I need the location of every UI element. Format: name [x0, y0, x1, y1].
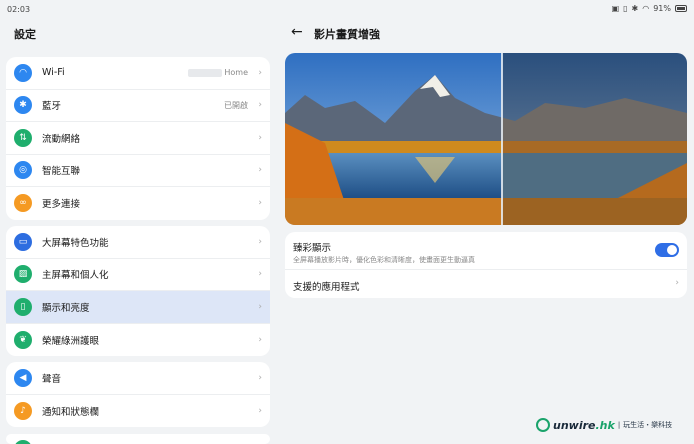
- vivid-display-toggle[interactable]: [655, 243, 679, 257]
- vivid-display-row[interactable]: 臻彩顯示 全屏幕播放影片時，優化色彩和清晰度，使畫面更生動逼真: [285, 232, 687, 270]
- next-item-icon: [14, 440, 32, 444]
- chevron-right-icon: ›: [258, 334, 262, 345]
- settings-item-sound[interactable]: ◀ 聲音 ›: [6, 362, 270, 395]
- bluetooth-status-icon: ✱: [631, 4, 639, 13]
- settings-item-eye-comfort[interactable]: ❦ 榮耀綠洲護眼 ›: [6, 324, 270, 357]
- settings-item-label: 通知和狀態欄: [42, 406, 100, 418]
- settings-item-label: Wi-Fi: [42, 67, 65, 79]
- chevron-right-icon: ›: [258, 405, 262, 416]
- settings-item-more-connections[interactable]: ∞ 更多連接 ›: [6, 187, 270, 220]
- settings-item-home-screen[interactable]: ▨ 主屏幕和個人化 ›: [6, 259, 270, 291]
- wifi-status-icon: ◠: [642, 4, 650, 13]
- vibrate-icon: ▯: [623, 4, 628, 13]
- settings-item-label: 智能互聯: [42, 166, 81, 178]
- supported-apps-label: 支援的應用程式: [293, 282, 360, 293]
- sound-group: ◀ 聲音 › ♪ 通知和狀態欄 ›: [6, 362, 270, 427]
- settings-item-label: 流動網絡: [42, 133, 81, 145]
- settings-item-value: 已開啟: [224, 100, 248, 110]
- divider: |: [617, 421, 621, 429]
- page-title: 影片畫質增強: [314, 28, 380, 41]
- vivid-display-subtitle: 全屏幕播放影片時，優化色彩和清晰度，使畫面更生動逼真: [293, 256, 475, 264]
- vivid-display-title: 臻彩顯示: [293, 243, 332, 254]
- chevron-right-icon: ›: [258, 165, 262, 176]
- settings-item-display[interactable]: ▯ 顯示和亮度 ›: [6, 291, 270, 324]
- wifi-icon: ◠: [14, 63, 32, 82]
- settings-item-wifi[interactable]: ◠ Wi-Fi Home ›: [6, 57, 270, 90]
- large-screen-icon: ▭: [14, 232, 32, 251]
- smart-connect-icon: ◎: [14, 161, 32, 180]
- chevron-right-icon: ›: [258, 269, 262, 280]
- chevron-right-icon: ›: [258, 67, 262, 78]
- unwire-logo-icon: [536, 418, 550, 432]
- settings-item-label: 顯示和亮度: [42, 302, 90, 314]
- settings-item-mobile-data[interactable]: ⇅ 流動網絡 ›: [6, 122, 270, 155]
- mobile-data-icon: ⇅: [14, 128, 32, 147]
- chevron-right-icon: ›: [258, 301, 262, 312]
- watermark-brand: unwire.hk: [553, 419, 615, 432]
- next-group-peek: [6, 434, 270, 444]
- chevron-right-icon: ›: [675, 278, 679, 288]
- watermark: unwire.hk | 玩生活・樂科技: [536, 418, 672, 432]
- bluetooth-icon: ✱: [14, 96, 32, 115]
- status-time: 02:03: [7, 5, 31, 14]
- redacted-block: [188, 68, 223, 77]
- battery-icon: [675, 5, 687, 12]
- chevron-right-icon: ›: [258, 132, 262, 143]
- settings-item-label: 更多連接: [42, 199, 81, 211]
- settings-item-large-screen[interactable]: ▭ 大屏幕特色功能 ›: [6, 226, 270, 259]
- status-bar: 02:03 ▣ ▯ ✱ ◠ 91%: [0, 0, 694, 20]
- brand-left: unwire: [553, 418, 596, 432]
- eye-comfort-icon: ❦: [14, 330, 32, 349]
- settings-item-label: 大屏幕特色功能: [42, 237, 109, 249]
- settings-item-notifications[interactable]: ♪ 通知和狀態欄 ›: [6, 395, 270, 428]
- supported-apps-row[interactable]: 支援的應用程式 ›: [285, 270, 687, 298]
- chevron-right-icon: ›: [258, 100, 262, 111]
- brand-right: .hk: [595, 418, 615, 432]
- settings-title: 設定: [14, 28, 36, 41]
- connectivity-group: ◠ Wi-Fi Home › ✱ 藍牙 已開啟 › ⇅ 流動網絡 › ◎ 智能互…: [6, 57, 270, 220]
- display-icon: ▯: [14, 297, 32, 316]
- settings-item-label: 聲音: [42, 373, 62, 385]
- battery-percent: 91%: [653, 4, 671, 13]
- more-connections-icon: ∞: [14, 194, 32, 213]
- sound-icon: ◀: [14, 368, 32, 387]
- home-screen-icon: ▨: [14, 265, 32, 284]
- comparison-image: [285, 53, 687, 225]
- notification-icon: ♪: [14, 401, 32, 420]
- settings-item-bluetooth[interactable]: ✱ 藍牙 已開啟 ›: [6, 90, 270, 122]
- settings-item-smart-connect[interactable]: ◎ 智能互聯 ›: [6, 155, 270, 187]
- watermark-tagline: 玩生活・樂科技: [623, 421, 673, 429]
- chevron-right-icon: ›: [258, 236, 262, 247]
- status-icons: ▣ ▯ ✱ ◠ 91%: [612, 4, 687, 13]
- display-group: ▭ 大屏幕特色功能 › ▨ 主屏幕和個人化 › ▯ 顯示和亮度 › ❦ 榮耀綠洲…: [6, 226, 270, 356]
- settings-item-value: Home: [188, 68, 248, 77]
- preview-image: [285, 53, 687, 225]
- back-arrow-icon[interactable]: ←: [291, 24, 303, 40]
- wifi-ssid: Home: [224, 68, 248, 78]
- settings-item-label: 榮耀綠洲護眼: [42, 335, 100, 347]
- video-enhance-card: 臻彩顯示 全屏幕播放影片時，優化色彩和清晰度，使畫面更生動逼真 支援的應用程式 …: [285, 232, 687, 298]
- settings-item-label: 主屏幕和個人化: [42, 270, 109, 282]
- chevron-right-icon: ›: [258, 372, 262, 383]
- settings-item-label: 藍牙: [42, 101, 62, 113]
- chevron-right-icon: ›: [258, 198, 262, 209]
- nfc-icon: ▣: [611, 4, 620, 13]
